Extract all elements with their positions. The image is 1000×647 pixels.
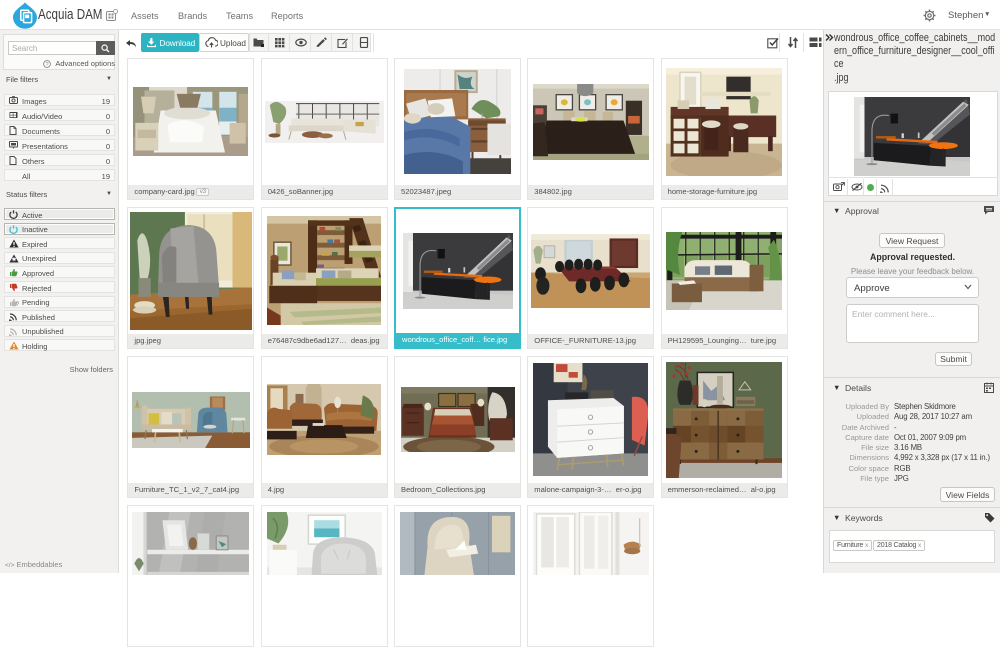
svg-text:?: ?	[16, 302, 19, 307]
